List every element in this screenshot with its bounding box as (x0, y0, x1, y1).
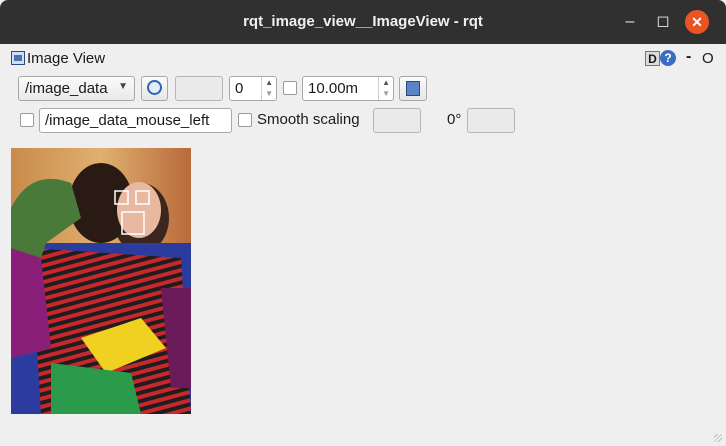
rotate-right-button[interactable] (467, 108, 515, 133)
max-value-spinbox-value: 10.00m (308, 80, 359, 97)
mouse-publish-checkbox[interactable] (20, 113, 34, 127)
refresh-icon (147, 80, 162, 95)
topic-combo-value: /image_data (25, 80, 108, 97)
image-display[interactable] (11, 148, 191, 414)
topic-combo[interactable]: /image_data ▼ (18, 76, 135, 101)
image-view-icon (11, 51, 25, 65)
status-bar (0, 436, 726, 446)
resize-grip[interactable] (714, 434, 722, 442)
spin-arrows[interactable]: ▲ ▼ (378, 77, 393, 100)
minimize-icon[interactable]: – (618, 10, 642, 34)
max-value-spinbox[interactable]: 10.00m ▲ ▼ (302, 76, 394, 101)
save-icon (406, 81, 420, 96)
number-spinbox[interactable]: 0 ▲ ▼ (229, 76, 277, 101)
maximize-icon[interactable]: ◻ (651, 10, 675, 34)
dock-title: Image View (27, 50, 106, 67)
save-image-button[interactable] (399, 76, 427, 101)
dock-minimize-button[interactable]: - (686, 48, 691, 66)
dock-d-button[interactable]: D (645, 51, 660, 66)
dynamic-range-checkbox[interactable] (283, 81, 297, 95)
refresh-button[interactable] (141, 76, 168, 101)
spin-arrows[interactable]: ▲ ▼ (261, 77, 276, 100)
number-spinbox-value: 0 (235, 80, 244, 97)
close-icon[interactable]: ✕ (685, 10, 709, 34)
rotate-left-button[interactable] (373, 108, 421, 133)
blank-button-1[interactable] (175, 76, 223, 101)
camera-image (11, 148, 191, 414)
smooth-scaling-checkbox[interactable] (238, 113, 252, 127)
dock-header: Image View D ? - O (8, 48, 718, 70)
title-bar[interactable]: rqt_image_view__ImageView - rqt – ◻ ✕ (0, 0, 726, 44)
dock-close-button[interactable]: O (702, 50, 714, 67)
rotation-label: 0° (447, 111, 462, 128)
smooth-scaling-label: Smooth scaling (257, 111, 360, 128)
mouse-topic-input[interactable]: /image_data_mouse_left (39, 108, 232, 133)
help-icon[interactable]: ? (660, 50, 676, 66)
chevron-down-icon: ▼ (118, 81, 128, 92)
app-window: rqt_image_view__ImageView - rqt – ◻ ✕ Im… (0, 0, 726, 446)
